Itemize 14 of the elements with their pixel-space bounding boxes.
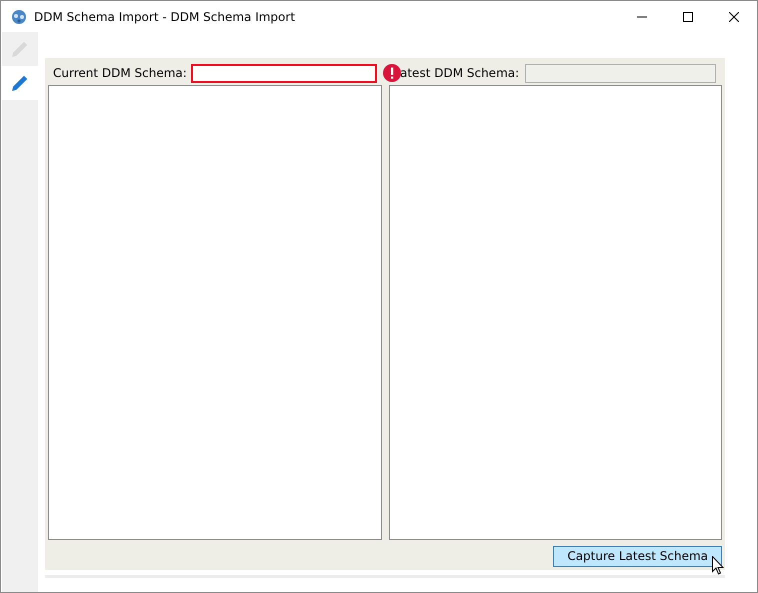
app-icon (10, 8, 28, 26)
field-label: atest DDM Schema: (400, 65, 520, 82)
sidebar-tab[interactable] (2, 66, 38, 100)
mouse-cursor-icon (712, 556, 724, 575)
latest-schema-list[interactable] (389, 85, 722, 540)
current-schema-field[interactable] (190, 64, 377, 82)
maximize-icon (683, 12, 693, 22)
window-title: DDM Schema Import - DDM Schema Import (34, 8, 296, 26)
field-label: Current DDM Schema: (53, 65, 187, 82)
error-icon (383, 64, 401, 82)
pencil-icon (10, 73, 30, 93)
pencil-icon (10, 39, 30, 59)
close-icon (729, 12, 739, 22)
capture-button[interactable]: Capture Latest Schema (553, 546, 722, 567)
